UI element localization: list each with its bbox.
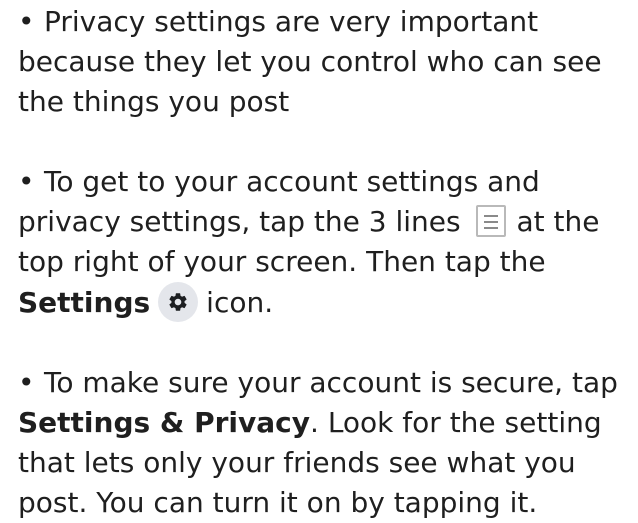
menu-icon: [475, 205, 506, 237]
bullet: •: [18, 366, 35, 399]
gear-icon: [158, 282, 199, 322]
instructions-panel: • Privacy settings are very important bec…: [0, 0, 638, 519]
settings-privacy-label: Settings & Privacy: [18, 406, 311, 439]
settings-label: Settings: [18, 286, 151, 319]
tip-open-settings: • To get to your account settings and pri…: [18, 162, 624, 323]
tip-text: To make sure your account is secure, tap: [44, 366, 618, 399]
bullet: •: [18, 5, 35, 38]
bullet: •: [18, 165, 35, 198]
tip-text: icon.: [206, 286, 274, 319]
tip-secure-account: • To make sure your account is secure, ta…: [18, 363, 624, 523]
tip-text: Privacy settings are very important beca…: [18, 5, 602, 118]
tip-text: To get to your account settings and priv…: [18, 165, 540, 238]
tip-privacy-importance: • Privacy settings are very important bec…: [18, 2, 624, 122]
